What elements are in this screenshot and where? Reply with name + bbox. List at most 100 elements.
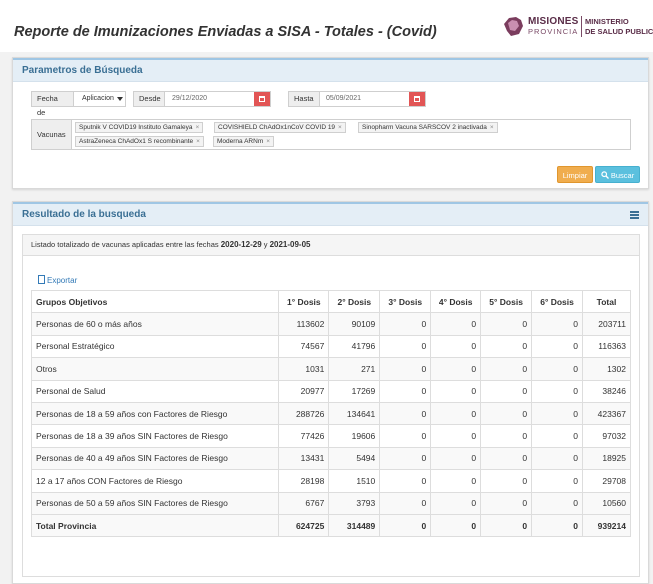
- clear-button[interactable]: Limpiar: [557, 166, 593, 183]
- table-cell: 203711: [582, 312, 631, 336]
- column-header[interactable]: 5° Dosis: [480, 289, 533, 314]
- table-header-row: Grupos Objetivos 1° Dosis 2° Dosis 3° Do…: [30, 289, 631, 314]
- table-row: 12 a 17 años CON Factores de Riesgo 28198…: [30, 469, 631, 493]
- table-cell: 0: [531, 401, 584, 426]
- table-cell: 0: [480, 357, 533, 381]
- table-cell: 29708: [582, 469, 631, 493]
- table-cell: 12 a 17 años CON Factores de Riesgo: [30, 469, 280, 493]
- table-cell: 0: [379, 357, 432, 381]
- table-cell: Personal Estratégico: [30, 334, 280, 359]
- desde-input[interactable]: 29/12/2020: [172, 92, 207, 106]
- column-header[interactable]: Grupos Objetivos: [30, 289, 280, 314]
- summary-and: y: [261, 240, 270, 249]
- table-cell: 74567: [278, 334, 330, 359]
- remove-tag-icon[interactable]: ×: [195, 124, 199, 131]
- list-icon[interactable]: [630, 211, 639, 219]
- table-row: Personas de 40 a 49 años SIN Factores de…: [30, 446, 631, 471]
- table-cell: 0: [379, 401, 432, 426]
- column-header[interactable]: Total: [582, 289, 631, 314]
- table-cell: 271: [328, 357, 381, 381]
- table-cell: 20977: [278, 379, 330, 403]
- table-cell: 0: [430, 312, 482, 336]
- column-header[interactable]: 1° Dosis: [278, 289, 330, 314]
- export-label: Exportar: [47, 276, 78, 285]
- table-cell: 0: [430, 379, 482, 403]
- table-cell: 38246: [582, 379, 631, 403]
- table-cell: 28198: [278, 469, 330, 493]
- table-cell: 0: [531, 424, 584, 448]
- summary-prefix: Listado totalizado de vacunas aplicadas …: [31, 240, 221, 249]
- table-cell: 0: [379, 446, 432, 471]
- remove-tag-icon[interactable]: ×: [196, 138, 200, 145]
- vacuna-tag-label: AstraZeneca ChAdOx1 S recombinante: [79, 138, 194, 145]
- table-cell: 1031: [278, 357, 330, 381]
- table-cell: 0: [480, 446, 533, 471]
- table-cell: 0: [480, 379, 533, 403]
- desde-calendar-button[interactable]: [254, 92, 270, 106]
- table-cell: Personal de Salud: [30, 379, 280, 403]
- vacunas-label: Vacunas: [32, 120, 72, 149]
- remove-tag-icon[interactable]: ×: [266, 138, 270, 145]
- table-cell: 0: [430, 469, 482, 493]
- table-cell: 0: [480, 312, 533, 336]
- vacunas-multiselect[interactable]: Vacunas Sputnik V COVID19 Instituto Gama…: [31, 119, 631, 150]
- remove-tag-icon[interactable]: ×: [338, 124, 342, 131]
- table-cell: 90109: [328, 312, 381, 336]
- table-cell: 0: [379, 424, 432, 448]
- vacuna-tag: AstraZeneca ChAdOx1 S recombinante ×: [75, 136, 204, 147]
- table-row: Personal de Salud 20977 17269 0 0 0 0 38246: [30, 379, 631, 403]
- calendar-icon: [259, 96, 265, 102]
- table-cell: 0: [531, 334, 584, 359]
- table-cell: 0: [480, 469, 533, 493]
- table-cell: Personas de 40 a 49 años SIN Factores de…: [30, 446, 280, 471]
- total-cell: 314489: [328, 513, 381, 538]
- table-cell: 0: [430, 357, 482, 381]
- table-cell: 423367: [582, 401, 631, 426]
- column-header[interactable]: 6° Dosis: [531, 289, 584, 314]
- table-cell: 0: [430, 334, 482, 359]
- table-cell: 0: [379, 334, 432, 359]
- table-cell: 0: [531, 357, 584, 381]
- table-cell: Personas de 18 a 39 años SIN Factores de…: [30, 424, 280, 448]
- table-cell: 0: [480, 334, 533, 359]
- results-panel-title: Resultado de la busqueda: [22, 209, 146, 220]
- hasta-calendar-button[interactable]: [409, 92, 425, 106]
- table-cell: 41796: [328, 334, 381, 359]
- vacuna-tag-label: Sputnik V COVID19 Instituto Gamaleya: [79, 124, 193, 131]
- table-cell: 3793: [328, 491, 381, 515]
- table-cell: Personas de 18 a 59 años con Factores de…: [30, 401, 280, 426]
- hasta-input[interactable]: 05/09/2021: [326, 92, 361, 106]
- table-cell: 13431: [278, 446, 330, 471]
- table-cell: 10560: [582, 491, 631, 515]
- total-cell: 624725: [278, 513, 330, 538]
- hasta-label: Hasta: [289, 92, 320, 106]
- table-row: Personas de 60 o más años 113602 90109 0 0 0 0…: [30, 312, 631, 336]
- table-cell: 0: [379, 379, 432, 403]
- logo-divider: [581, 16, 582, 37]
- logo-line1: MISIONES: [528, 16, 579, 27]
- export-link[interactable]: Exportar: [38, 275, 77, 285]
- vacuna-tag-label: Moderna ARNm: [217, 138, 264, 145]
- column-header[interactable]: 2° Dosis: [328, 289, 381, 314]
- table-row: Otros 1031 271 0 0 0 0 1302: [30, 357, 631, 381]
- search-button[interactable]: Buscar: [595, 166, 640, 183]
- summary-date-from: 2020-12-29: [220, 240, 262, 249]
- total-row: Total Provincia 624725 314489 0 0 0 0 93…: [30, 513, 631, 538]
- chevron-down-icon[interactable]: [117, 97, 123, 101]
- table-cell: 0: [531, 469, 584, 493]
- remove-tag-icon[interactable]: ×: [490, 124, 494, 131]
- table-cell: Otros: [30, 357, 280, 381]
- table-cell: 0: [480, 401, 533, 426]
- table-cell: 97032: [582, 424, 631, 448]
- hasta-field: Hasta 05/09/2021: [288, 91, 426, 107]
- fecha-de-select[interactable]: Aplicacion: [82, 92, 114, 106]
- column-header[interactable]: 3° Dosis: [379, 289, 432, 314]
- calendar-icon: [414, 96, 420, 102]
- table-cell: 17269: [328, 379, 381, 403]
- vacuna-tag: COVISHIELD ChAdOx1nCoV COVID 19 ×: [214, 122, 346, 133]
- search-button-label: Buscar: [610, 171, 635, 180]
- column-header[interactable]: 4° Dosis: [430, 289, 482, 314]
- table-cell: 0: [379, 469, 432, 493]
- table-cell: 134641: [328, 401, 381, 426]
- table-cell: 1510: [328, 469, 381, 493]
